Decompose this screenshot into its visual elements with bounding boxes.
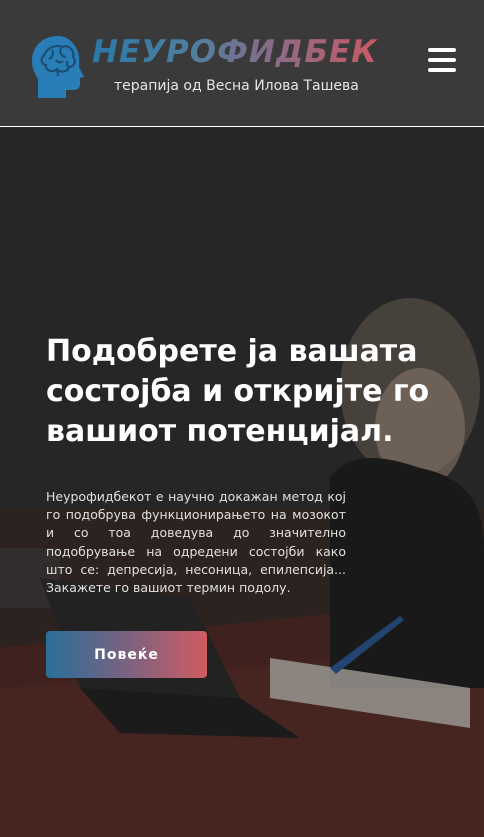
menu-bar xyxy=(428,68,456,72)
hero-section: Подобрете ја вашата состојба и откријте … xyxy=(0,128,484,837)
hero-overlay xyxy=(0,128,484,837)
menu-bar xyxy=(428,58,456,62)
hero-body-text: Неурофидбекот е научно докажан метод кој… xyxy=(46,489,346,596)
site-logo[interactable]: НЕУРОФИДБЕК терапија од Весна Илова Таше… xyxy=(28,34,378,104)
menu-bar xyxy=(428,48,456,52)
brand-title: НЕУРОФИДБЕК xyxy=(92,34,378,70)
more-button[interactable]: Повеќе xyxy=(46,631,207,678)
brain-head-icon xyxy=(32,36,84,98)
hero-headline: Подобрете ја вашата состојба и откријте … xyxy=(46,334,430,449)
brand-subtitle: терапија од Весна Илова Ташева xyxy=(114,78,359,94)
hamburger-menu-icon[interactable] xyxy=(428,48,458,76)
site-header: НЕУРОФИДБЕК терапија од Весна Илова Таше… xyxy=(0,0,484,127)
